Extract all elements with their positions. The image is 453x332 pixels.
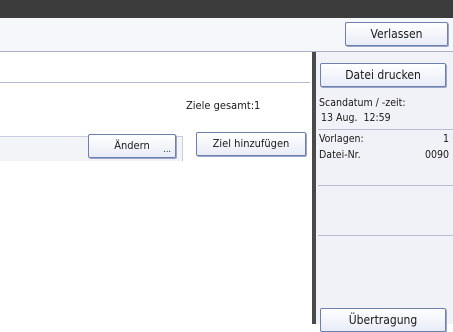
transfer-button[interactable]: Übertragung <box>320 308 446 332</box>
top-strip <box>0 0 453 18</box>
destination-area <box>0 52 310 324</box>
exit-button[interactable]: Verlassen <box>345 22 448 46</box>
add-destination-button[interactable]: Ziel hinzufügen <box>196 132 306 156</box>
info-separator <box>318 185 453 186</box>
info-separator <box>318 235 453 236</box>
originals-value: 1 <box>442 133 449 145</box>
info-separator <box>318 129 453 130</box>
file-number-value: 0090 <box>424 149 449 161</box>
scan-datetime-label: Scandatum / -zeit: <box>319 97 406 109</box>
total-destinations-label: Ziele gesamt:1 <box>186 99 261 112</box>
change-button[interactable]: Ändern ... <box>88 134 176 158</box>
file-number-label: Datei-Nr. <box>319 149 361 161</box>
scan-datetime-value: 13 Aug. 12:59 <box>321 112 391 124</box>
print-file-button[interactable]: Datei drucken <box>320 63 446 87</box>
originals-label: Vorlagen: <box>319 133 364 145</box>
file-info-panel <box>316 52 453 324</box>
destination-area-divider <box>0 82 310 83</box>
change-button-label: Ändern <box>114 139 150 152</box>
ellipsis-icon: ... <box>163 145 171 155</box>
